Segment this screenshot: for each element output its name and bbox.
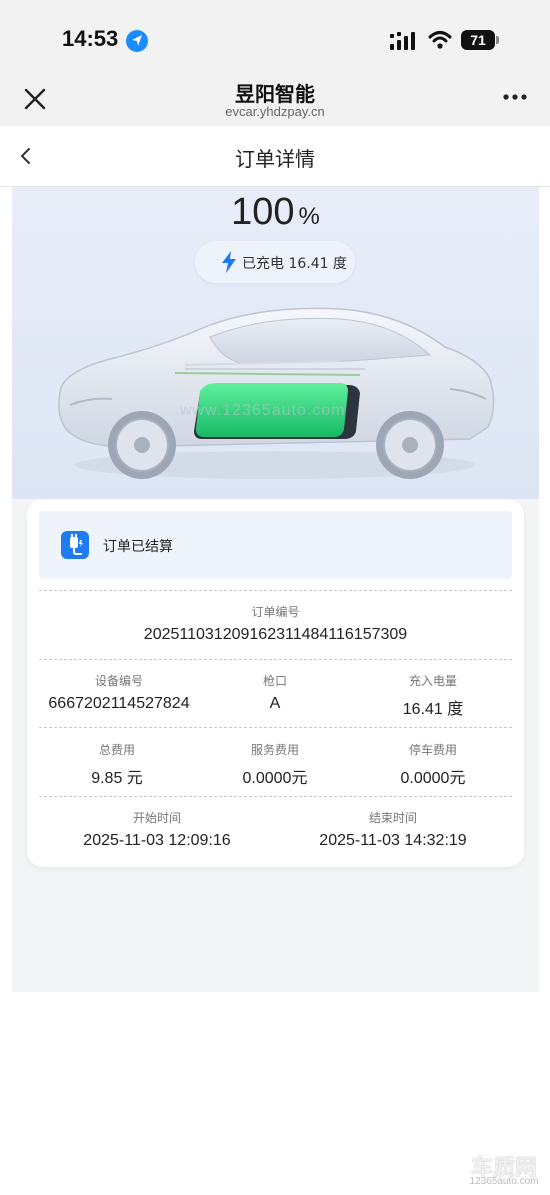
more-icon[interactable]	[502, 90, 528, 104]
order-status-box: 订单已结算	[39, 511, 512, 579]
order-card: 订单已结算 订单编号 20251103120916231148411615730…	[27, 499, 524, 867]
energy-label: 充入电量	[408, 674, 457, 688]
divider	[39, 727, 512, 728]
total-fee-value: 9.85 元	[91, 770, 143, 787]
gun-label: 枪口	[262, 674, 287, 688]
device-no-label: 设备编号	[94, 674, 143, 688]
service-fee-label: 服务费用	[250, 743, 299, 757]
divider	[39, 659, 512, 660]
order-no-label: 订单编号	[251, 605, 300, 619]
browser-header: 昱阳智能 evcar.yhdzpay.cn	[0, 78, 550, 126]
lightning-icon	[222, 251, 236, 273]
charger-plug-icon	[61, 531, 89, 559]
service-fee-value: 0.0000元	[242, 770, 308, 787]
device-no-value: 6667202114527824	[48, 695, 190, 712]
parking-fee-value: 0.0000元	[400, 770, 466, 787]
divider	[39, 590, 512, 591]
wifi-icon	[428, 31, 452, 49]
location-arrow-icon	[126, 30, 148, 52]
charged-pill: 已充电 16.41 度	[195, 241, 355, 283]
page-navbar: 订单详情	[0, 126, 550, 187]
browser-title: 昱阳智能	[235, 82, 315, 106]
end-time-value: 2025-11-03 14:32:19	[319, 832, 467, 849]
watermark: www.12365auto.com	[180, 402, 346, 419]
divider	[39, 796, 512, 797]
browser-url: evcar.yhdzpay.cn	[225, 104, 325, 119]
start-time-value: 2025-11-03 12:09:16	[83, 832, 231, 849]
charge-percent-value: 100	[231, 191, 295, 233]
corner-logo-sub: 12365auto.com	[469, 1176, 539, 1187]
charged-energy-text: 已充电 16.41 度	[242, 256, 347, 272]
energy-value: 16.41 度	[402, 701, 464, 718]
order-status-text: 订单已结算	[103, 539, 173, 555]
battery-tip	[496, 36, 499, 44]
car-illustration	[58, 307, 495, 479]
gun-value: A	[269, 695, 281, 712]
charge-percent-sign: %	[298, 203, 320, 230]
charging-hero: 100% 已充电 16.41 度	[12, 187, 539, 499]
corner-logo: 车质网 12365auto.com	[462, 1150, 546, 1190]
signal-icon	[390, 32, 415, 50]
page-title: 订单详情	[235, 147, 315, 171]
content-area: 100% 已充电 16.41 度 订单已结算 订单编号 202511031209…	[12, 187, 539, 992]
order-no-value: 202511031209162311484116157309	[143, 626, 408, 643]
status-bar: 14:53 71	[0, 0, 550, 78]
charge-percent: 100%	[12, 191, 539, 234]
start-time-label: 开始时间	[132, 811, 181, 825]
status-time: 14:53	[62, 26, 119, 51]
end-time-label: 结束时间	[368, 811, 417, 825]
battery-icon: 71	[461, 30, 495, 50]
total-fee-label: 总费用	[98, 743, 135, 757]
parking-fee-label: 停车费用	[408, 743, 457, 757]
